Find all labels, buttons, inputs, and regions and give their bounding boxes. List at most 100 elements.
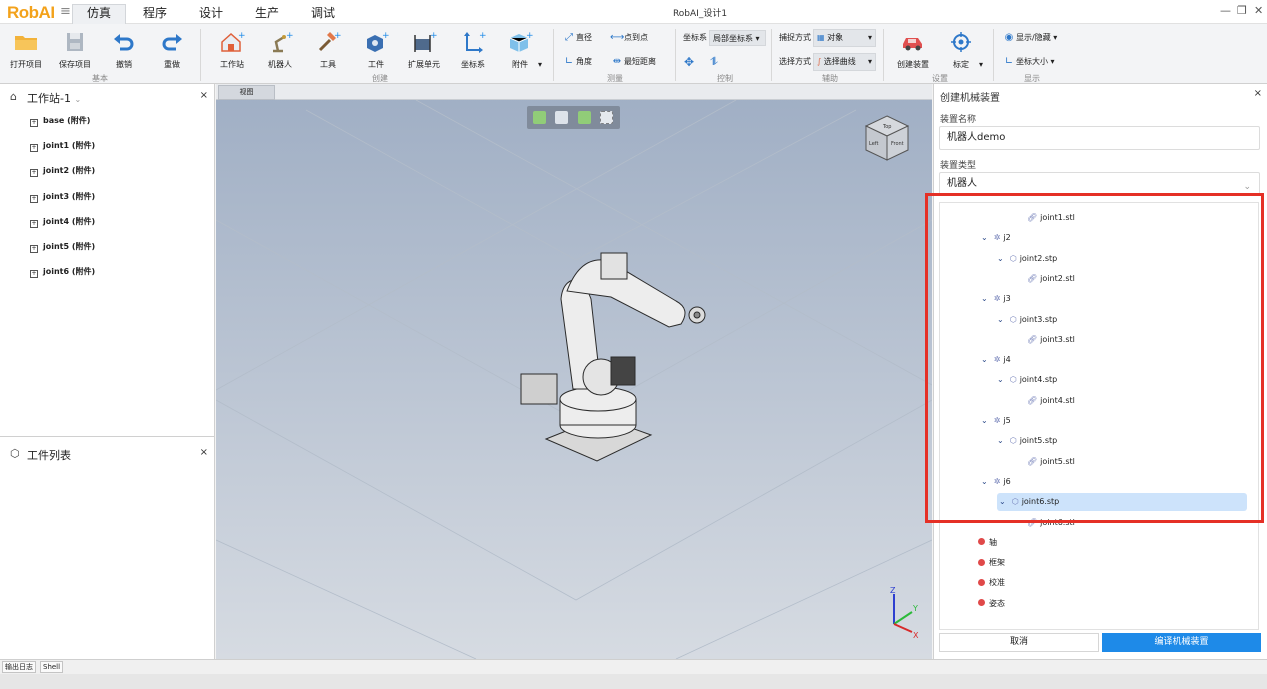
attachment-button[interactable]: + 附件 [496,30,544,70]
tab-simulation[interactable]: 仿真 [72,4,126,24]
compile-device-button[interactable]: 编译机械装置 [1102,633,1261,652]
expand-chevron-icon[interactable]: ⌄ [981,477,988,486]
tab-output-log[interactable]: 输出日志 [2,661,36,673]
tree-node-joint[interactable]: ⌄ ✲ j3 [981,290,1011,308]
tree-node-joint[interactable]: ⌄ ✲ j5 [981,412,1011,430]
tree-node-part[interactable]: ⌄ ⬡ joint4.stp [997,371,1057,389]
expand-icon[interactable]: + [30,245,38,253]
shortest-distance-button[interactable]: ⇹ 最短距离 [610,54,656,70]
angle-button[interactable]: ∟ 角度 [562,54,592,70]
tree-node-part[interactable]: ⌄ ⬡ joint6.stp [997,493,1247,512]
tree-node-part[interactable]: ⌄ ⬡ joint2.stp [997,250,1057,268]
tree-item-joint1[interactable]: + joint1 (附件) [30,139,95,153]
tree-node-dot[interactable]: 轴 [978,534,997,552]
view-cube[interactable]: Top Left Front [864,114,910,162]
close-panel-button[interactable]: × [200,447,208,458]
tree-node-file[interactable]: 🔗︎ joint4.stl [1027,392,1075,410]
expand-icon[interactable]: + [30,119,38,127]
tree-item-joint6[interactable]: + joint6 (附件) [30,265,95,279]
save-project-button[interactable]: 保存项目 [51,30,99,70]
tree-node-file[interactable]: 🔗︎ joint5.stl [1027,453,1075,471]
expand-chevron-icon[interactable]: ⌄ [981,416,988,425]
open-project-button[interactable]: 打开项目 [2,30,50,70]
tool-button[interactable]: + 工具 [304,30,352,70]
capture-mode-select[interactable]: ▦ 对象 ▾ [813,29,876,47]
tree-node-dot[interactable]: 框架 [978,554,1005,572]
fit-view-icon[interactable] [600,111,613,124]
attachment-dropdown-icon[interactable]: ▾ [538,57,542,73]
tree-node-joint[interactable]: ⌄ ✲ j4 [981,351,1011,369]
diameter-button[interactable]: ⤢ 直径 [562,30,592,46]
robot-button[interactable]: + 机器人 [256,30,304,70]
workstation-title[interactable]: 工作站-1 ⌄ [27,90,81,106]
workstation-button[interactable]: + 工作站 [208,30,256,70]
tree-item-joint4[interactable]: + joint4 (附件) [30,215,95,229]
3d-viewport[interactable]: 视图 Top Left Front Z Y X [216,84,932,659]
device-name-input[interactable]: 机器人demo [939,126,1260,150]
expand-icon[interactable]: + [30,270,38,278]
section-view-icon[interactable] [578,111,591,124]
tree-node-dot[interactable]: 姿态 [978,595,1005,613]
expand-icon[interactable]: + [30,144,38,152]
coordinate-system-select[interactable]: 局部坐标系 ▾ [709,30,766,46]
tree-node-part[interactable]: ⌄ ⬡ joint5.stp [997,432,1057,450]
expand-icon[interactable]: + [30,195,38,203]
tab-design[interactable]: 设计 [190,5,232,24]
expand-chevron-icon[interactable]: ⌄ [997,375,1004,384]
close-window-button[interactable]: ✕ [1254,4,1263,17]
tree-node-joint[interactable]: ⌄ ✲ j6 [981,473,1011,491]
diameter-icon: ⤢ [565,32,573,43]
tab-production[interactable]: 生产 [246,5,288,24]
expand-chevron-icon[interactable]: ⌄ [997,436,1004,445]
minimize-button[interactable]: — [1220,4,1231,17]
close-panel-button[interactable]: × [1254,88,1262,99]
tree-node-file[interactable]: 🔗︎ joint1.stl [1027,209,1075,227]
coordinate-system-button[interactable]: + 坐标系 [449,30,497,70]
expand-chevron-icon[interactable]: ⌄ [981,233,988,242]
tab-program[interactable]: 程序 [132,5,178,24]
calibrate-button[interactable]: 标定 [937,30,985,70]
tree-item-joint3[interactable]: + joint3 (附件) [30,190,95,204]
tree-node-part[interactable]: ⌄ ⬡ joint3.stp [997,311,1057,329]
menu-icon[interactable]: ≡ [60,4,71,19]
robot-model[interactable] [501,239,721,469]
tab-debug[interactable]: 调试 [302,5,344,24]
device-type-select[interactable]: 机器人 ⌄ [939,172,1260,196]
select-mode-select[interactable]: ∫ 选择曲线 ▾ [813,53,876,71]
undo-button[interactable]: 撤销 [100,30,148,70]
axis-size-button[interactable]: ∟ 坐标大小 ▾ [1002,54,1055,70]
expand-icon[interactable]: + [30,169,38,177]
tree-node-joint[interactable]: ⌄ ✲ j2 [981,229,1011,247]
tree-item-base[interactable]: + base (附件) [30,114,90,128]
move-icon[interactable]: ✥ [684,54,694,70]
maximize-button[interactable]: ❐ [1237,4,1247,17]
shaded-view-icon[interactable] [533,111,546,124]
workpiece-button[interactable]: + 工件 [352,30,400,70]
close-panel-button[interactable]: × [200,90,208,101]
redo-button[interactable]: 重做 [148,30,196,70]
point-to-point-button[interactable]: ⟷点到点 [610,30,648,46]
tab-view[interactable]: 视图 [218,85,275,100]
show-hide-button[interactable]: ◉ 显示/隐藏 ▾ [1002,30,1058,46]
tab-shell[interactable]: Shell [40,661,64,673]
tree-item-joint2[interactable]: + joint2 (附件) [30,164,95,178]
tree-node-file[interactable]: 🔗︎ joint6.stl [1027,514,1075,532]
wireframe-view-icon[interactable] [555,111,568,124]
expand-icon[interactable]: + [30,220,38,228]
expand-chevron-icon[interactable]: ⌄ [999,497,1006,506]
calibrate-dropdown-icon[interactable]: ▾ [979,57,983,73]
tree-node-file[interactable]: 🔗︎ joint2.stl [1027,270,1075,288]
expand-chevron-icon[interactable]: ⌄ [997,254,1004,263]
tree-node-dot[interactable]: 校准 [978,574,1005,592]
joint-jog-icon[interactable]: ⥮ [710,54,718,70]
create-device-button[interactable]: 创建装置 [889,30,937,70]
tree-node-file[interactable]: 🔗︎ joint3.stl [1027,331,1075,349]
tree-item-joint5[interactable]: + joint5 (附件) [30,240,95,254]
cancel-button[interactable]: 取消 [939,633,1099,652]
expand-chevron-icon[interactable]: ⌄ [997,315,1004,324]
create-device-panel: 创建机械装置 × 装置名称 机器人demo 装置类型 机器人 ⌄ 🔗︎ joint… [933,84,1267,659]
extension-unit-button[interactable]: + 扩展单元 [400,30,448,70]
expand-chevron-icon[interactable]: ⌄ [981,355,988,364]
expand-chevron-icon[interactable]: ⌄ [981,294,988,303]
svg-text:+: + [526,31,533,41]
